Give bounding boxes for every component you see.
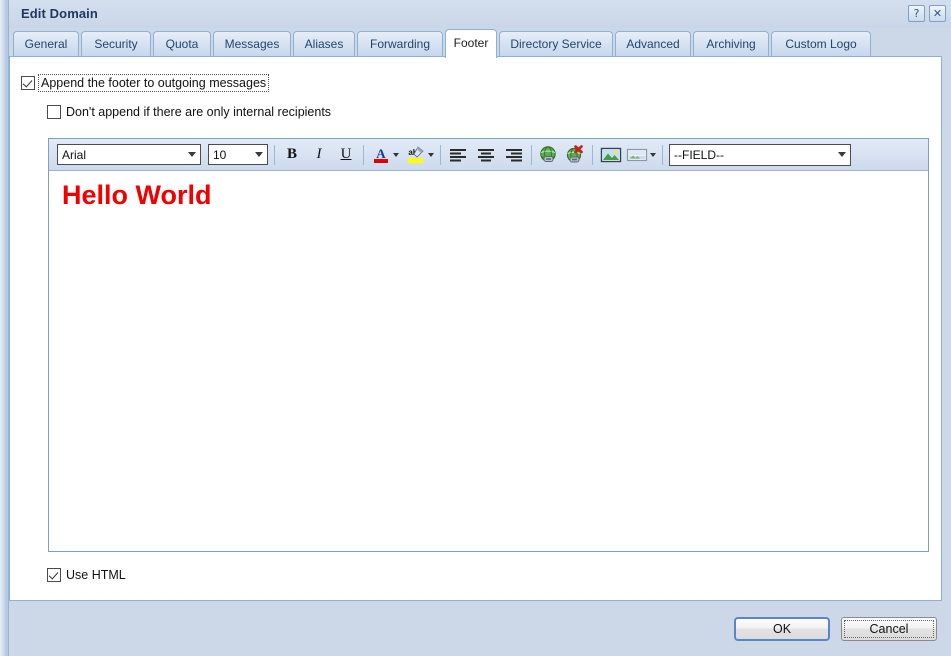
globe-link-icon [540,145,556,162]
highlight-color-button[interactable]: ab [405,144,427,166]
tab-directory-service[interactable]: Directory Service [499,31,613,57]
tab-general[interactable]: General [13,31,79,57]
window-title: Edit Domain [21,6,98,21]
font-size-value: 10 [213,147,227,162]
use-html-row[interactable]: Use HTML [47,568,126,582]
editor-toolbar: Arial 10 B I U A ab --FIELD-- [49,139,928,171]
ok-button[interactable]: OK [734,617,830,641]
globe-unlink-icon [566,144,583,162]
chevron-down-icon [255,152,263,157]
font-color-icon: A [374,146,388,163]
edit-domain-dialog: Edit Domain ? ✕ General Security Quota Mess… [0,0,951,656]
chevron-down-icon [838,152,846,157]
bold-button[interactable]: B [281,144,303,166]
insert-image-button[interactable] [599,144,623,166]
tab-archiving[interactable]: Archiving [693,31,769,57]
cancel-button[interactable]: Cancel [841,617,937,641]
tab-footer[interactable]: Footer [445,29,497,58]
tab-advanced[interactable]: Advanced [615,31,691,57]
append-footer-checkbox[interactable] [21,76,35,90]
use-html-checkbox[interactable] [47,568,61,582]
title-bar: Edit Domain ? ✕ [9,0,951,28]
align-right-icon [506,148,522,161]
image-properties-dropdown-icon[interactable] [650,152,656,157]
toolbar-separator [440,144,441,165]
font-color-button[interactable]: A [370,144,392,166]
image-icon [600,147,622,162]
use-html-label: Use HTML [66,568,126,582]
align-left-button[interactable] [447,144,469,166]
tab-security[interactable]: Security [81,31,151,57]
append-footer-label: Append the footer to outgoing messages [37,74,270,92]
align-center-button[interactable] [475,144,497,166]
tab-forwarding[interactable]: Forwarding [357,31,443,57]
no-append-internal-row[interactable]: Don't append if there are only internal … [47,105,331,119]
tab-messages[interactable]: Messages [213,31,291,57]
svg-text:A: A [376,146,386,161]
image-properties-button[interactable] [625,144,649,166]
tab-strip: General Security Quota Messages Aliases Forwa… [9,28,951,58]
image-properties-icon [626,148,648,161]
tab-aliases[interactable]: Aliases [293,31,355,57]
insert-link-button[interactable] [538,144,560,166]
footer-tab-panel: Append the footer to outgoing messages D… [9,56,942,601]
no-append-internal-label: Don't append if there are only internal … [66,105,332,119]
font-color-dropdown-icon[interactable] [393,152,399,157]
toolbar-separator [662,144,663,165]
highlight-icon: ab [408,145,424,163]
field-select[interactable]: --FIELD-- [669,143,851,166]
dialog-button-bar: OK Cancel [9,601,951,656]
no-append-internal-checkbox[interactable] [47,105,61,119]
toolbar-separator [363,144,364,165]
italic-button[interactable]: I [308,144,330,166]
footer-html-editor: Arial 10 B I U A ab --FIELD-- Hello Worl… [48,138,929,552]
align-left-icon [450,148,466,161]
font-family-select[interactable]: Arial [57,144,201,165]
font-size-select[interactable]: 10 [208,144,268,165]
editor-content-text: Hello World [62,180,212,210]
toolbar-separator [531,144,532,165]
underline-button[interactable]: U [335,144,357,166]
remove-link-button[interactable] [564,144,586,166]
chevron-down-icon [188,152,196,157]
align-right-button[interactable] [503,144,525,166]
font-family-value: Arial [62,147,87,162]
close-icon[interactable]: ✕ [929,5,946,22]
field-select-value: --FIELD-- [674,147,724,162]
editor-content-area[interactable]: Hello World [49,171,928,551]
append-footer-row[interactable]: Append the footer to outgoing messages [21,74,270,92]
toolbar-separator [592,144,593,165]
tab-quota[interactable]: Quota [153,31,211,57]
align-center-icon [478,148,494,161]
toolbar-separator [274,144,275,165]
highlight-color-dropdown-icon[interactable] [428,152,434,157]
window-left-edge-line [6,0,8,656]
tab-custom-logo[interactable]: Custom Logo [771,31,871,57]
help-icon[interactable]: ? [908,5,925,22]
